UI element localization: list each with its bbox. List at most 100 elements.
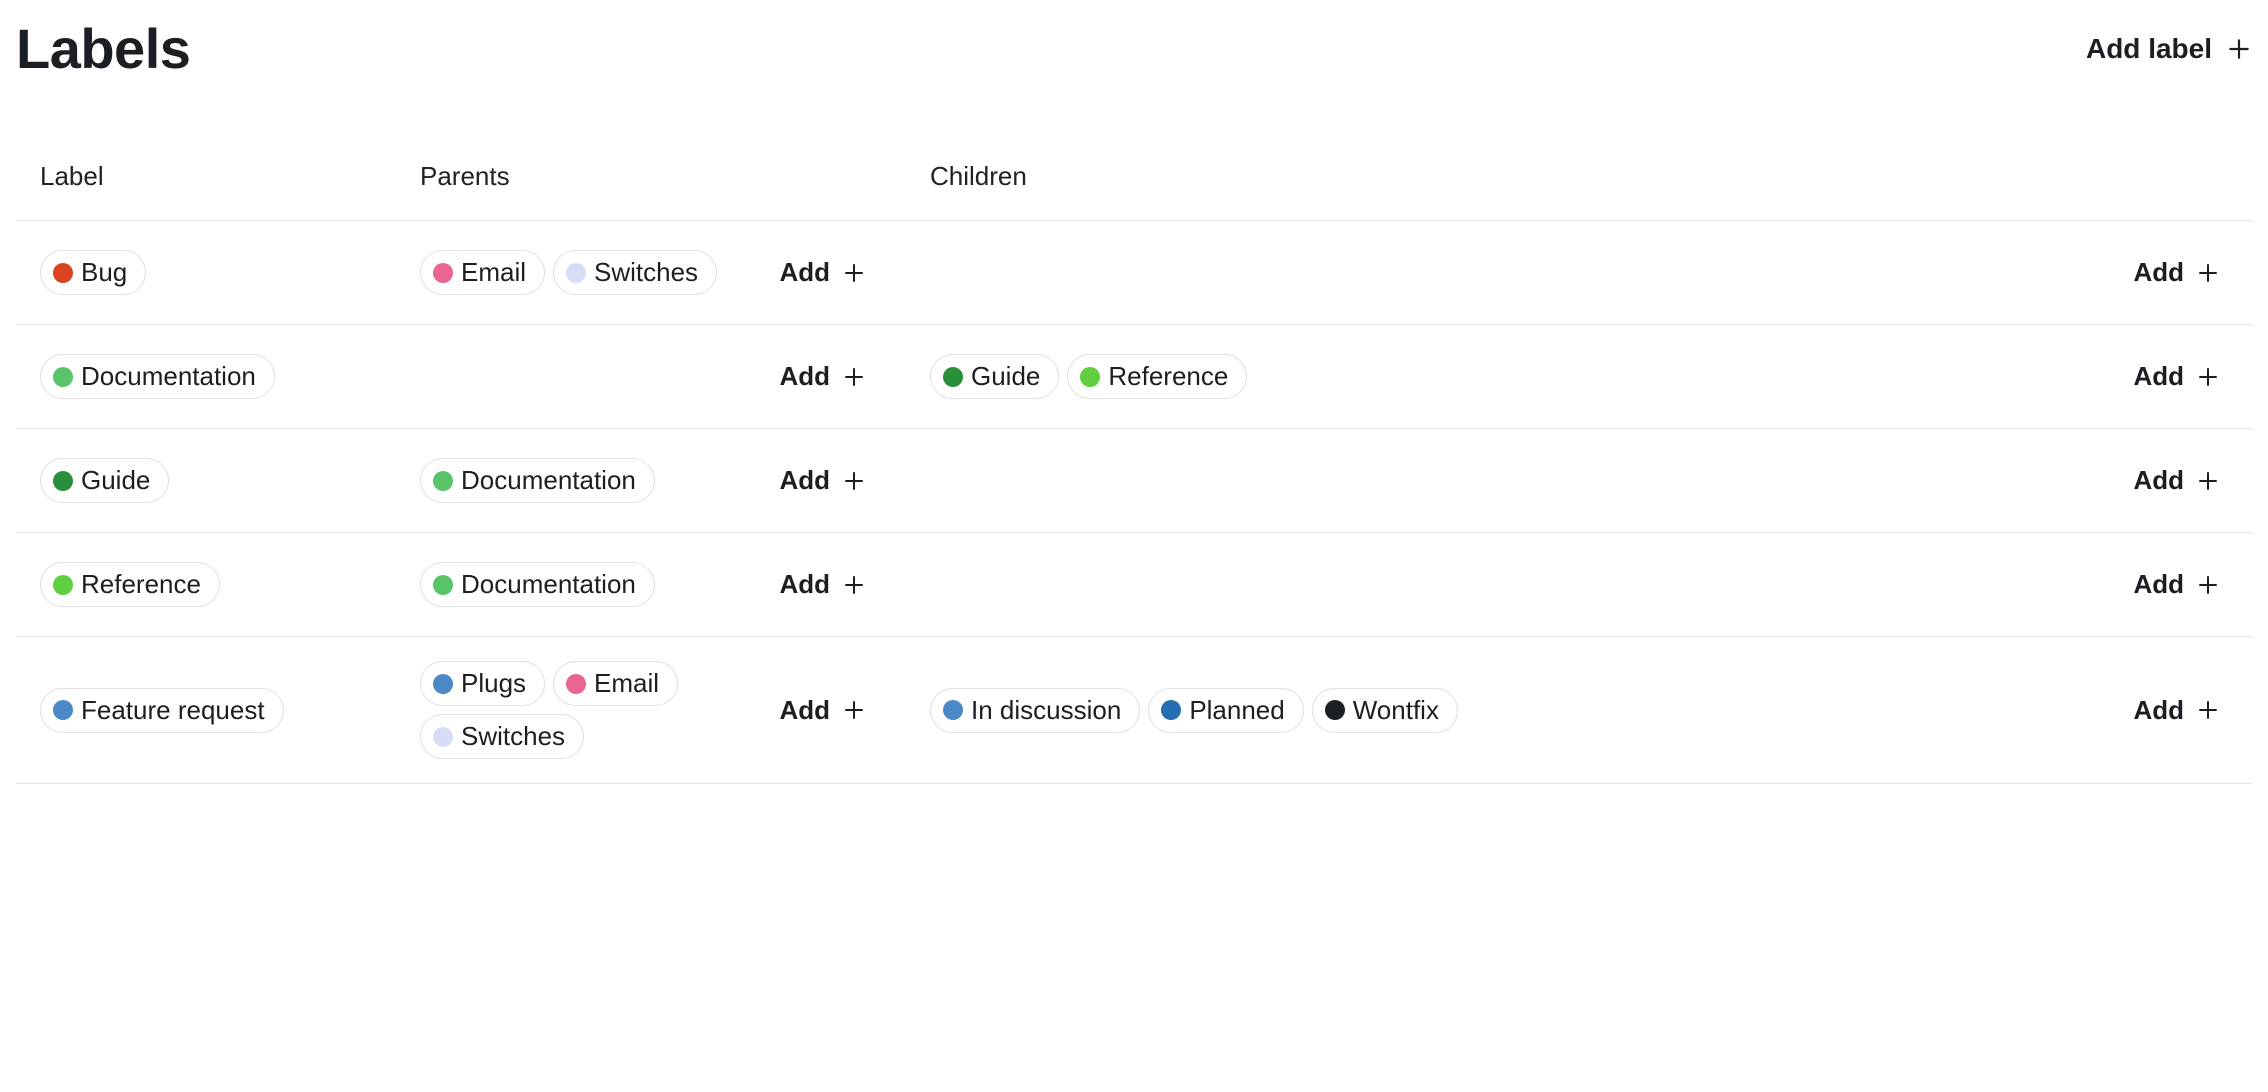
add-button-text: Add (2133, 257, 2184, 288)
color-dot (53, 367, 73, 387)
pill-text: Guide (81, 465, 150, 496)
child-pill[interactable]: Reference (1067, 354, 1247, 399)
add-label-text: Add label (2086, 33, 2212, 65)
children-cell: Guide Reference Add (930, 354, 2228, 399)
labels-table: Label Parents Children BugEmailSwitchesA… (16, 161, 2252, 784)
pill-text: Guide (971, 361, 1040, 392)
table-row: Bug Email Switches Add Add (16, 221, 2252, 325)
add-child-button[interactable]: Add (2133, 695, 2228, 726)
pill-text: Feature request (81, 695, 265, 726)
color-dot (1080, 367, 1100, 387)
parents-pill-wrap: Documentation (420, 458, 655, 503)
pill-text: Email (594, 668, 659, 699)
plus-icon (2226, 36, 2252, 62)
parent-pill[interactable]: Documentation (420, 458, 655, 503)
plus-icon (2196, 469, 2220, 493)
children-cell: Add (930, 569, 2228, 600)
label-cell: Feature request (40, 688, 420, 733)
label-cell: Bug (40, 250, 420, 295)
add-button-text: Add (2133, 465, 2184, 496)
parents-cell: Add (420, 361, 930, 392)
parents-pill-wrap: Documentation (420, 562, 655, 607)
add-child-button[interactable]: Add (2133, 569, 2228, 600)
label-pill[interactable]: Bug (40, 250, 146, 295)
parent-pill[interactable]: Switches (420, 714, 584, 759)
pill-text: Planned (1189, 695, 1284, 726)
color-dot (943, 367, 963, 387)
add-parent-button[interactable]: Add (779, 695, 874, 726)
plus-icon (842, 469, 866, 493)
table-row: Feature requestPlugsEmailSwitchesAddIn d… (16, 637, 2252, 784)
plus-icon (842, 573, 866, 597)
color-dot (1325, 700, 1345, 720)
plus-icon (842, 261, 866, 285)
color-dot (566, 674, 586, 694)
add-button-text: Add (779, 695, 830, 726)
add-parent-button[interactable]: Add (779, 465, 874, 496)
pill-text: Switches (461, 721, 565, 752)
child-pill[interactable]: In discussion (930, 688, 1140, 733)
plus-icon (2196, 261, 2220, 285)
page-title: Labels (16, 16, 190, 81)
color-dot (943, 700, 963, 720)
parent-pill[interactable]: Email (420, 250, 545, 295)
add-button-text: Add (779, 361, 830, 392)
child-pill[interactable]: Guide (930, 354, 1059, 399)
parents-cell: Documentation Add (420, 458, 930, 503)
plus-icon (2196, 573, 2220, 597)
add-child-button[interactable]: Add (2133, 361, 2228, 392)
pill-text: Documentation (461, 465, 636, 496)
children-pill-wrap: Guide Reference (930, 354, 1247, 399)
plus-icon (2196, 698, 2220, 722)
label-pill[interactable]: Guide (40, 458, 169, 503)
child-pill[interactable]: Wontfix (1312, 688, 1458, 733)
table-row: Reference Documentation Add Add (16, 533, 2252, 637)
parent-pill[interactable]: Switches (553, 250, 717, 295)
add-button-text: Add (779, 465, 830, 496)
parents-pill-wrap: Plugs Email Switches (420, 661, 767, 759)
pill-text: Plugs (461, 668, 526, 699)
label-pill[interactable]: Feature request (40, 688, 284, 733)
color-dot (53, 263, 73, 283)
column-header-label: Label (40, 161, 420, 192)
add-child-button[interactable]: Add (2133, 465, 2228, 496)
label-pill[interactable]: Reference (40, 562, 220, 607)
color-dot (433, 471, 453, 491)
pill-text: Switches (594, 257, 698, 288)
color-dot (53, 471, 73, 491)
parent-pill[interactable]: Documentation (420, 562, 655, 607)
children-pill-wrap: In discussion Planned Wontfix (930, 688, 1458, 733)
parents-cell: Plugs Email Switches Add (420, 661, 930, 759)
children-cell: In discussion Planned Wontfix Add (930, 688, 2228, 733)
pill-text: In discussion (971, 695, 1121, 726)
add-child-button[interactable]: Add (2133, 257, 2228, 288)
parents-pill-wrap: Email Switches (420, 250, 717, 295)
parent-pill[interactable]: Plugs (420, 661, 545, 706)
label-cell: Reference (40, 562, 420, 607)
child-pill[interactable]: Planned (1148, 688, 1303, 733)
add-button-text: Add (779, 257, 830, 288)
color-dot (433, 674, 453, 694)
parents-cell: Documentation Add (420, 562, 930, 607)
add-parent-button[interactable]: Add (779, 569, 874, 600)
table-body: BugEmailSwitchesAddAddDocumentationAddGu… (16, 221, 2252, 784)
column-header-parents: Parents (420, 161, 930, 192)
label-pill[interactable]: Documentation (40, 354, 275, 399)
add-parent-button[interactable]: Add (779, 257, 874, 288)
children-cell: Add (930, 465, 2228, 496)
pill-text: Reference (81, 569, 201, 600)
table-row: Guide Documentation Add Add (16, 429, 2252, 533)
color-dot (433, 575, 453, 595)
pill-text: Email (461, 257, 526, 288)
labels-page: Labels Add label Label Parents Children … (16, 16, 2252, 784)
parent-pill[interactable]: Email (553, 661, 678, 706)
parents-cell: Email Switches Add (420, 250, 930, 295)
add-parent-button[interactable]: Add (779, 361, 874, 392)
pill-text: Wontfix (1353, 695, 1439, 726)
pill-text: Documentation (461, 569, 636, 600)
color-dot (566, 263, 586, 283)
color-dot (53, 575, 73, 595)
label-cell: Guide (40, 458, 420, 503)
add-label-button[interactable]: Add label (2086, 33, 2252, 65)
pill-text: Bug (81, 257, 127, 288)
